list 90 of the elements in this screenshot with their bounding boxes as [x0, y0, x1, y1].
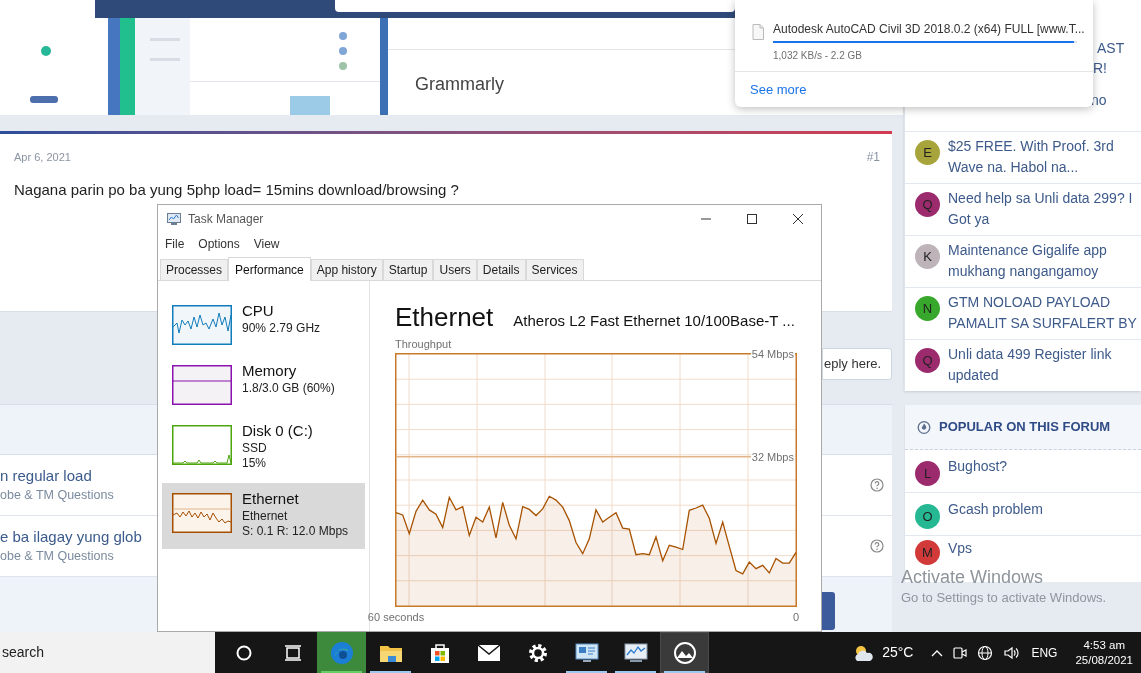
speaker-icon[interactable] [1003, 644, 1022, 661]
post-text: Nagana parin po ba yung 5php load= 15mins download/browsing ? [13, 180, 459, 200]
menu-item[interactable]: View [253, 235, 280, 253]
thread-title[interactable]: e ba ilagay yung glob [0, 527, 142, 547]
resource-name: Memory [242, 361, 298, 381]
photo-icon [672, 641, 697, 664]
temperature[interactable]: 25°C [882, 642, 914, 663]
help-icon[interactable] [870, 539, 884, 553]
activation-notice: Activate Windows [901, 567, 1044, 588]
tab[interactable]: App history [310, 259, 383, 280]
thread-link[interactable]: Vps [948, 538, 973, 559]
resource-item[interactable]: Ethernet Ethernet S: 0.1 R: 12.0 Mbps [162, 483, 365, 549]
cortana-icon [235, 644, 252, 661]
detail-heading: Ethernet [395, 301, 494, 333]
thread-link[interactable]: Maintenance Gigalife app mukhang nangangamoy [948, 240, 1139, 282]
file-name[interactable]: Autodesk AutoCAD Civil 3D 2018.0.2 (x64) FULL [www.T... [773, 22, 1093, 37]
window-title: Task Manager [188, 211, 264, 228]
search-field[interactable] [335, 0, 735, 12]
resource-item[interactable]: CPU 90% 2.79 GHz [162, 301, 365, 361]
resource-detail: 1.8/3.0 GB (60%) [242, 381, 335, 396]
tab[interactable]: Processes [160, 259, 229, 280]
chart-window-icon [623, 642, 648, 663]
resource-name: Ethernet [242, 489, 300, 509]
resource-item[interactable]: Memory 1.8/3.0 GB (60%) [162, 361, 365, 421]
axis-label: 60 seconds [367, 610, 425, 624]
tab[interactable]: Users [433, 259, 477, 280]
thread-link[interactable]: Gcash problem [948, 499, 1043, 520]
maximize-icon[interactable] [747, 214, 757, 224]
resource-name: CPU [242, 301, 275, 321]
section-heading: POPULAR ON THIS FORUM [939, 418, 1111, 437]
resource-detail: 15% [242, 456, 268, 471]
menu-item[interactable]: Options [198, 235, 240, 253]
close-icon[interactable] [793, 214, 803, 224]
browser-icon [329, 640, 354, 665]
app-icon [166, 212, 182, 226]
tab[interactable]: Details [476, 259, 526, 280]
tab[interactable]: Startup [382, 259, 434, 280]
task-view-icon [283, 644, 302, 661]
clock-time[interactable]: 4:53 am [1083, 637, 1125, 653]
thread-link[interactable]: $25 FREE. With Proof. 3rd Wave na. Habol na... [948, 136, 1139, 178]
see-more-link[interactable]: See more [750, 80, 807, 100]
search-field[interactable]: search [0, 632, 215, 673]
thread-link[interactable]: Unli data 499 Register link updated [948, 344, 1139, 386]
axis-label: 32 Mbps [750, 450, 795, 464]
adapter-name: Atheros L2 Fast Ethernet 10/100Base-T ... [513, 311, 795, 331]
ad-title: Grammarly [415, 73, 504, 96]
settings-icon [526, 641, 549, 664]
camera-icon[interactable] [953, 644, 968, 661]
memory-graph [172, 365, 232, 405]
monitor-icon [574, 642, 599, 663]
thread-forum[interactable]: obe & TM Questions [0, 547, 142, 565]
file-icon [752, 24, 764, 40]
caret-icon[interactable] [931, 648, 944, 657]
thread-link[interactable]: GTM NOLOAD PAYLOAD PAMALIT SA SURFALERT BY [948, 292, 1139, 334]
thread-link[interactable]: R! [1093, 58, 1107, 79]
thread-link[interactable]: Bughost? [948, 456, 1008, 477]
tab[interactable]: Services [525, 259, 584, 280]
post-date: Apr 6, 2021 [14, 149, 71, 165]
axis-label: 54 Mbps [750, 347, 795, 361]
thread-link[interactable]: AST [1097, 38, 1125, 59]
help-icon[interactable] [870, 478, 884, 492]
chart-title: Throughput [395, 337, 452, 351]
download-status: 1,032 KB/s - 2.2 GB [773, 49, 863, 63]
disk-graph [172, 425, 232, 465]
globe-icon[interactable] [977, 644, 994, 661]
avatar[interactable]: K [915, 244, 940, 269]
clock-date[interactable]: 25/08/2021 [1075, 652, 1133, 668]
language-indicator[interactable]: ENG [1031, 643, 1058, 662]
thread-link[interactable]: Need help sa Unli data 299? I Got ya [948, 188, 1139, 230]
network-graph [172, 493, 232, 533]
cpu-graph [172, 305, 232, 345]
reply-field[interactable]: eply here. [822, 348, 892, 380]
resource-detail: 90% 2.79 GHz [242, 321, 321, 336]
thread-title[interactable]: n regular load [0, 466, 114, 486]
taskbar-button[interactable] [660, 632, 709, 673]
activation-hint: Go to Settings to activate Windows. [901, 590, 1107, 606]
avatar[interactable]: E [915, 140, 940, 165]
avatar[interactable]: O [915, 504, 940, 529]
resource-detail: S: 0.1 R: 12.0 Mbps [242, 524, 349, 539]
resource-detail: Ethernet [242, 509, 289, 524]
mail-icon [476, 643, 501, 662]
menu-item[interactable]: File [165, 235, 185, 253]
resource-name: Disk 0 (C:) [242, 421, 313, 441]
avatar[interactable]: N [915, 296, 940, 321]
axis-label: 0 [792, 610, 800, 624]
resource-detail: SSD [242, 441, 268, 456]
store-icon [428, 641, 451, 664]
tab[interactable]: Performance [228, 257, 311, 281]
thread-forum[interactable]: obe & TM Questions [0, 486, 114, 504]
resource-item[interactable]: Disk 0 (C:) SSD 15% [162, 421, 365, 481]
